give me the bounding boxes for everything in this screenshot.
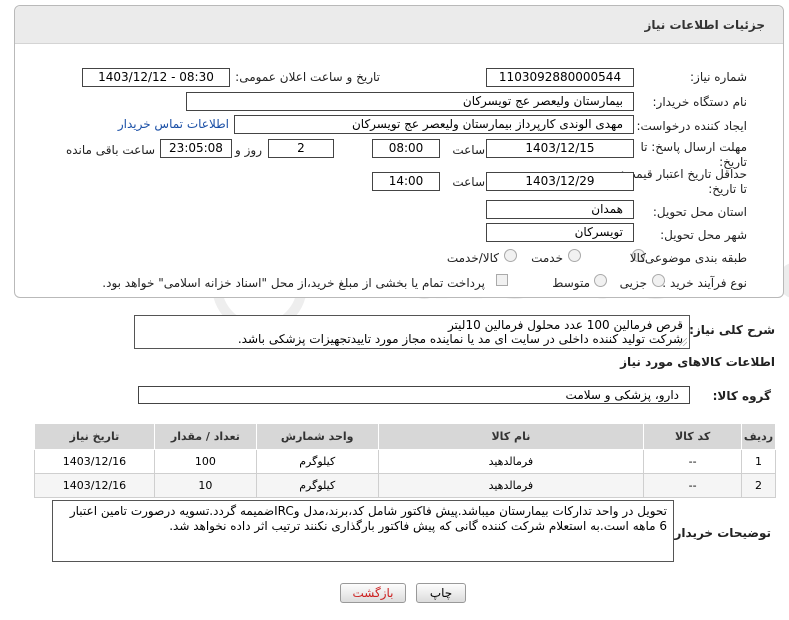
row-qty: 10 xyxy=(153,473,257,498)
process-medium-radio[interactable] xyxy=(594,274,607,287)
goods-table: ردیف کد کالا نام کالا واحد شمارش تعداد /… xyxy=(34,423,776,498)
category-service-radio[interactable] xyxy=(568,249,581,262)
days-label: روز و xyxy=(235,143,262,157)
description-line-2: شرکت تولید کننده داخلی در سایت ای مد یا … xyxy=(237,332,683,346)
buyer-notes-text: تحویل در واحد تدارکات بیمارستان میباشد.پ… xyxy=(69,504,667,533)
remaining-time-label: ساعت باقی مانده xyxy=(65,143,155,157)
city-field: تویسرکان xyxy=(486,223,634,242)
need-number-label: شماره نیاز: xyxy=(690,70,747,84)
goods-section-title: اطلاعات کالاهای مورد نیاز xyxy=(620,355,775,369)
process-minor-label: جزیی xyxy=(619,276,647,290)
row-unit: کیلوگرم xyxy=(255,473,379,498)
row-name: فرمالدهید xyxy=(377,449,645,474)
days-field: 2 xyxy=(268,139,334,158)
panel-title: جزئیات اطلاعات نیاز xyxy=(644,18,765,32)
send-deadline-time-label: ساعت xyxy=(452,143,485,157)
process-minor-radio[interactable] xyxy=(652,274,665,287)
send-deadline-time-field: 08:00 xyxy=(372,139,440,158)
row-date: 1403/12/16 xyxy=(34,473,155,498)
remaining-time-field: 23:05:08 xyxy=(160,139,232,158)
buyer-org-label: نام دستگاه خریدار: xyxy=(652,95,748,109)
validity-date-field: 1403/12/29 xyxy=(486,172,634,191)
process-type-label: نوع فرآیند خرید : xyxy=(662,276,747,290)
requester-label: ایجاد کننده درخواست: xyxy=(636,119,747,133)
send-deadline-date-field: 1403/12/15 xyxy=(486,139,634,158)
resize-grip-icon xyxy=(679,338,687,346)
row-qty: 100 xyxy=(153,449,257,474)
back-button[interactable]: بازگشت xyxy=(340,583,406,603)
table-row: 2 -- فرمالدهید کیلوگرم 10 1403/12/16 xyxy=(34,473,776,498)
need-number-field: 1103092880000544 xyxy=(486,68,634,87)
process-medium-label: متوسط xyxy=(552,276,590,290)
validity-time-field: 14:00 xyxy=(372,172,440,191)
buyer-notes-textarea: تحویل در واحد تدارکات بیمارستان میباشد.پ… xyxy=(52,500,674,562)
row-unit: کیلوگرم xyxy=(255,449,379,474)
col-qty: تعداد / مقدار xyxy=(153,423,257,450)
goods-group-field: دارو، پزشکی و سلامت xyxy=(138,386,690,404)
panel-header: جزئیات اطلاعات نیاز xyxy=(15,6,783,44)
row-code: -- xyxy=(643,473,743,498)
category-goods-label: کالا xyxy=(629,251,646,265)
print-button[interactable]: چاپ xyxy=(416,583,466,603)
row-index: 2 xyxy=(741,473,776,498)
validity-label: حداقل تاریخ اعتبار قیمت: تا تاریخ: xyxy=(620,167,747,196)
col-code: کد کالا xyxy=(643,423,743,450)
description-textarea: قرص فرمالین 100 عدد محلول فرمالین 10لیتر… xyxy=(134,315,690,349)
col-date: تاریخ نیاز xyxy=(34,423,155,450)
description-label: شرح کلی نیاز: xyxy=(689,323,775,337)
goods-group-label: گروه کالا: xyxy=(712,389,771,403)
category-service-label: خدمت xyxy=(531,251,563,265)
validity-time-label: ساعت xyxy=(452,175,485,189)
col-index: ردیف xyxy=(741,423,776,450)
requester-field: مهدی الوندی کارپرداز بیمارستان ولیعصر عج… xyxy=(234,115,634,134)
buyer-org-field: بیمارستان ولیعصر عج تویسرکان xyxy=(186,92,634,111)
announce-date-label: تاریخ و ساعت اعلان عمومی: xyxy=(235,70,380,84)
row-date: 1403/12/16 xyxy=(34,449,155,474)
row-name: فرمالدهید xyxy=(377,473,645,498)
col-name: نام کالا xyxy=(377,423,645,450)
description-line-1: قرص فرمالین 100 عدد محلول فرمالین 10لیتر xyxy=(447,318,683,332)
col-unit: واحد شمارش xyxy=(255,423,379,450)
treasury-payment-checkbox[interactable] xyxy=(496,274,508,286)
goods-table-header: ردیف کد کالا نام کالا واحد شمارش تعداد /… xyxy=(34,423,776,450)
buyer-contact-link[interactable]: اطلاعات تماس خریدار xyxy=(118,117,229,131)
send-deadline-label: مهلت ارسال پاسخ: تا تاریخ: xyxy=(640,140,747,169)
row-index: 1 xyxy=(741,449,776,474)
buyer-notes-label: توضیحات خریدار: xyxy=(669,526,771,540)
city-label: شهر محل تحویل: xyxy=(660,228,747,242)
province-label: استان محل تحویل: xyxy=(652,205,747,219)
category-both-label: کالا/خدمت xyxy=(446,251,499,265)
treasury-payment-label: پرداخت تمام یا بخشی از مبلغ خرید،از محل … xyxy=(102,276,485,290)
announce-date-field: 1403/12/12 - 08:30 xyxy=(82,68,230,87)
table-row: 1 -- فرمالدهید کیلوگرم 100 1403/12/16 xyxy=(34,449,776,474)
province-field: همدان xyxy=(486,200,634,219)
category-label: طبقه بندی موضوعی: xyxy=(640,251,747,265)
category-both-radio[interactable] xyxy=(504,249,517,262)
row-code: -- xyxy=(643,449,743,474)
